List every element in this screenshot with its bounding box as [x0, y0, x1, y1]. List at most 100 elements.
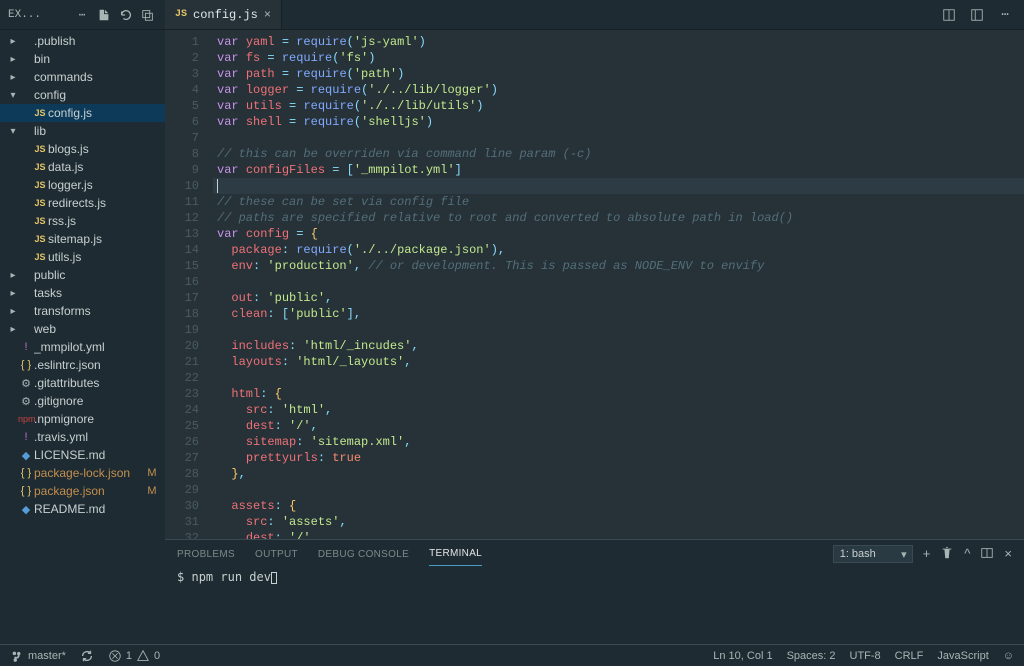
new-file-icon[interactable]	[95, 6, 113, 24]
folder-item[interactable]: ▸commands	[0, 68, 165, 86]
code-area[interactable]: var yaml = require('js-yaml')var fs = re…	[213, 30, 1024, 539]
code-line[interactable]: // paths are specified relative to root …	[213, 210, 1024, 226]
terminal-selector[interactable]: 1: bash	[833, 545, 913, 563]
git-status: M	[145, 485, 159, 497]
code-line[interactable]	[213, 274, 1024, 290]
code-line[interactable]: var yaml = require('js-yaml')	[213, 34, 1024, 50]
indent[interactable]: Spaces: 2	[787, 650, 836, 662]
feedback-icon[interactable]: ☺	[1003, 650, 1014, 662]
file-item[interactable]: npm.npmignore	[0, 410, 165, 428]
code-line[interactable]: includes: 'html/_incudes',	[213, 338, 1024, 354]
code-line[interactable]: var configFiles = ['_mmpilot.yml']	[213, 162, 1024, 178]
code-line[interactable]: var utils = require('./../lib/utils')	[213, 98, 1024, 114]
overflow-icon[interactable]: ⋯	[73, 6, 91, 24]
code-line[interactable]: package: require('./../package.json'),	[213, 242, 1024, 258]
code-line[interactable]: src: 'assets',	[213, 514, 1024, 530]
code-line[interactable]	[213, 178, 1024, 194]
folder-item[interactable]: ▾config	[0, 86, 165, 104]
code-line[interactable]: },	[213, 466, 1024, 482]
panel-tab-problems[interactable]: PROBLEMS	[177, 543, 235, 566]
eol[interactable]: CRLF	[895, 650, 924, 662]
file-type-icon: ◆	[18, 503, 34, 516]
code-line[interactable]	[213, 370, 1024, 386]
file-item[interactable]: !.travis.yml	[0, 428, 165, 446]
code-line[interactable]: var shell = require('shelljs')	[213, 114, 1024, 130]
code-line[interactable]: html: {	[213, 386, 1024, 402]
code-line[interactable]: dest: '/'	[213, 530, 1024, 539]
code-line[interactable]: assets: {	[213, 498, 1024, 514]
file-item[interactable]: JSredirects.js	[0, 194, 165, 212]
folder-item[interactable]: ▸web	[0, 320, 165, 338]
tree-label: config.js	[48, 106, 145, 120]
file-item[interactable]: JSutils.js	[0, 248, 165, 266]
file-item[interactable]: JSrss.js	[0, 212, 165, 230]
code-line[interactable]: var path = require('path')	[213, 66, 1024, 82]
collapse-icon[interactable]	[139, 6, 157, 24]
cursor-position[interactable]: Ln 10, Col 1	[713, 650, 772, 662]
close-panel-icon[interactable]: ×	[1004, 546, 1012, 563]
encoding[interactable]: UTF-8	[850, 650, 881, 662]
code-line[interactable]: var fs = require('fs')	[213, 50, 1024, 66]
terminal[interactable]: $ npm run dev	[165, 568, 1024, 644]
layout-icon[interactable]	[968, 6, 986, 24]
panel-tab-debug-console[interactable]: DEBUG CONSOLE	[318, 543, 409, 566]
chevron-icon: ▸	[8, 72, 18, 83]
more-icon[interactable]: ⋯	[996, 6, 1014, 24]
panel-tab-output[interactable]: OUTPUT	[255, 543, 298, 566]
code-line[interactable]: // this can be overriden via command lin…	[213, 146, 1024, 162]
git-status: M	[145, 467, 159, 479]
code-line[interactable]: src: 'html',	[213, 402, 1024, 418]
file-item[interactable]: { }package.jsonM	[0, 482, 165, 500]
folder-item[interactable]: ▸public	[0, 266, 165, 284]
sync-icon[interactable]	[80, 649, 94, 663]
code-line[interactable]: env: 'production', // or development. Th…	[213, 258, 1024, 274]
kill-terminal-icon[interactable]	[940, 546, 954, 563]
code-line[interactable]: dest: '/',	[213, 418, 1024, 434]
panel-tab-terminal[interactable]: TERMINAL	[429, 542, 482, 566]
file-item[interactable]: JSblogs.js	[0, 140, 165, 158]
file-item[interactable]: { }package-lock.jsonM	[0, 464, 165, 482]
code-line[interactable]: prettyurls: true	[213, 450, 1024, 466]
file-item[interactable]: ◆LICENSE.md	[0, 446, 165, 464]
split-icon[interactable]	[940, 6, 958, 24]
file-item[interactable]: ⚙.gitignore	[0, 392, 165, 410]
code-line[interactable]: sitemap: 'sitemap.xml',	[213, 434, 1024, 450]
git-branch[interactable]: master*	[10, 649, 66, 663]
code-line[interactable]	[213, 482, 1024, 498]
maximize-icon[interactable]: ^	[964, 546, 970, 563]
chevron-icon: ▾	[8, 126, 18, 137]
file-type-icon: { }	[18, 467, 34, 479]
language-mode[interactable]: JavaScript	[937, 650, 988, 662]
file-item[interactable]: JSconfig.js	[0, 104, 165, 122]
file-item[interactable]: JSdata.js	[0, 158, 165, 176]
file-item[interactable]: ◆README.md	[0, 500, 165, 518]
folder-item[interactable]: ▾lib	[0, 122, 165, 140]
code-line[interactable]: clean: ['public'],	[213, 306, 1024, 322]
file-explorer[interactable]: ▸.publish▸bin▸commands▾configJSconfig.js…	[0, 30, 165, 644]
code-line[interactable]	[213, 130, 1024, 146]
chevron-icon: ▸	[8, 306, 18, 317]
folder-item[interactable]: ▸bin	[0, 50, 165, 68]
folder-item[interactable]: ▸transforms	[0, 302, 165, 320]
code-line[interactable]: out: 'public',	[213, 290, 1024, 306]
folder-item[interactable]: ▸.publish	[0, 32, 165, 50]
folder-item[interactable]: ▸tasks	[0, 284, 165, 302]
tab-config-js[interactable]: JS config.js ×	[165, 0, 282, 29]
new-terminal-icon[interactable]: +	[923, 546, 931, 563]
refresh-icon[interactable]	[117, 6, 135, 24]
code-line[interactable]: var logger = require('./../lib/logger')	[213, 82, 1024, 98]
split-terminal-icon[interactable]	[980, 546, 994, 563]
code-line[interactable]	[213, 322, 1024, 338]
code-line[interactable]: var config = {	[213, 226, 1024, 242]
file-item[interactable]: !_mmpilot.yml	[0, 338, 165, 356]
file-item[interactable]: JSlogger.js	[0, 176, 165, 194]
tree-label: data.js	[48, 160, 145, 174]
close-icon[interactable]: ×	[264, 8, 271, 22]
code-line[interactable]: layouts: 'html/_layouts',	[213, 354, 1024, 370]
code-editor[interactable]: 1234567891011121314151617181920212223242…	[165, 30, 1024, 539]
problems[interactable]: 1 0	[108, 649, 160, 663]
file-item[interactable]: JSsitemap.js	[0, 230, 165, 248]
file-item[interactable]: { }.eslintrc.json	[0, 356, 165, 374]
code-line[interactable]: // these can be set via config file	[213, 194, 1024, 210]
file-item[interactable]: ⚙.gitattributes	[0, 374, 165, 392]
